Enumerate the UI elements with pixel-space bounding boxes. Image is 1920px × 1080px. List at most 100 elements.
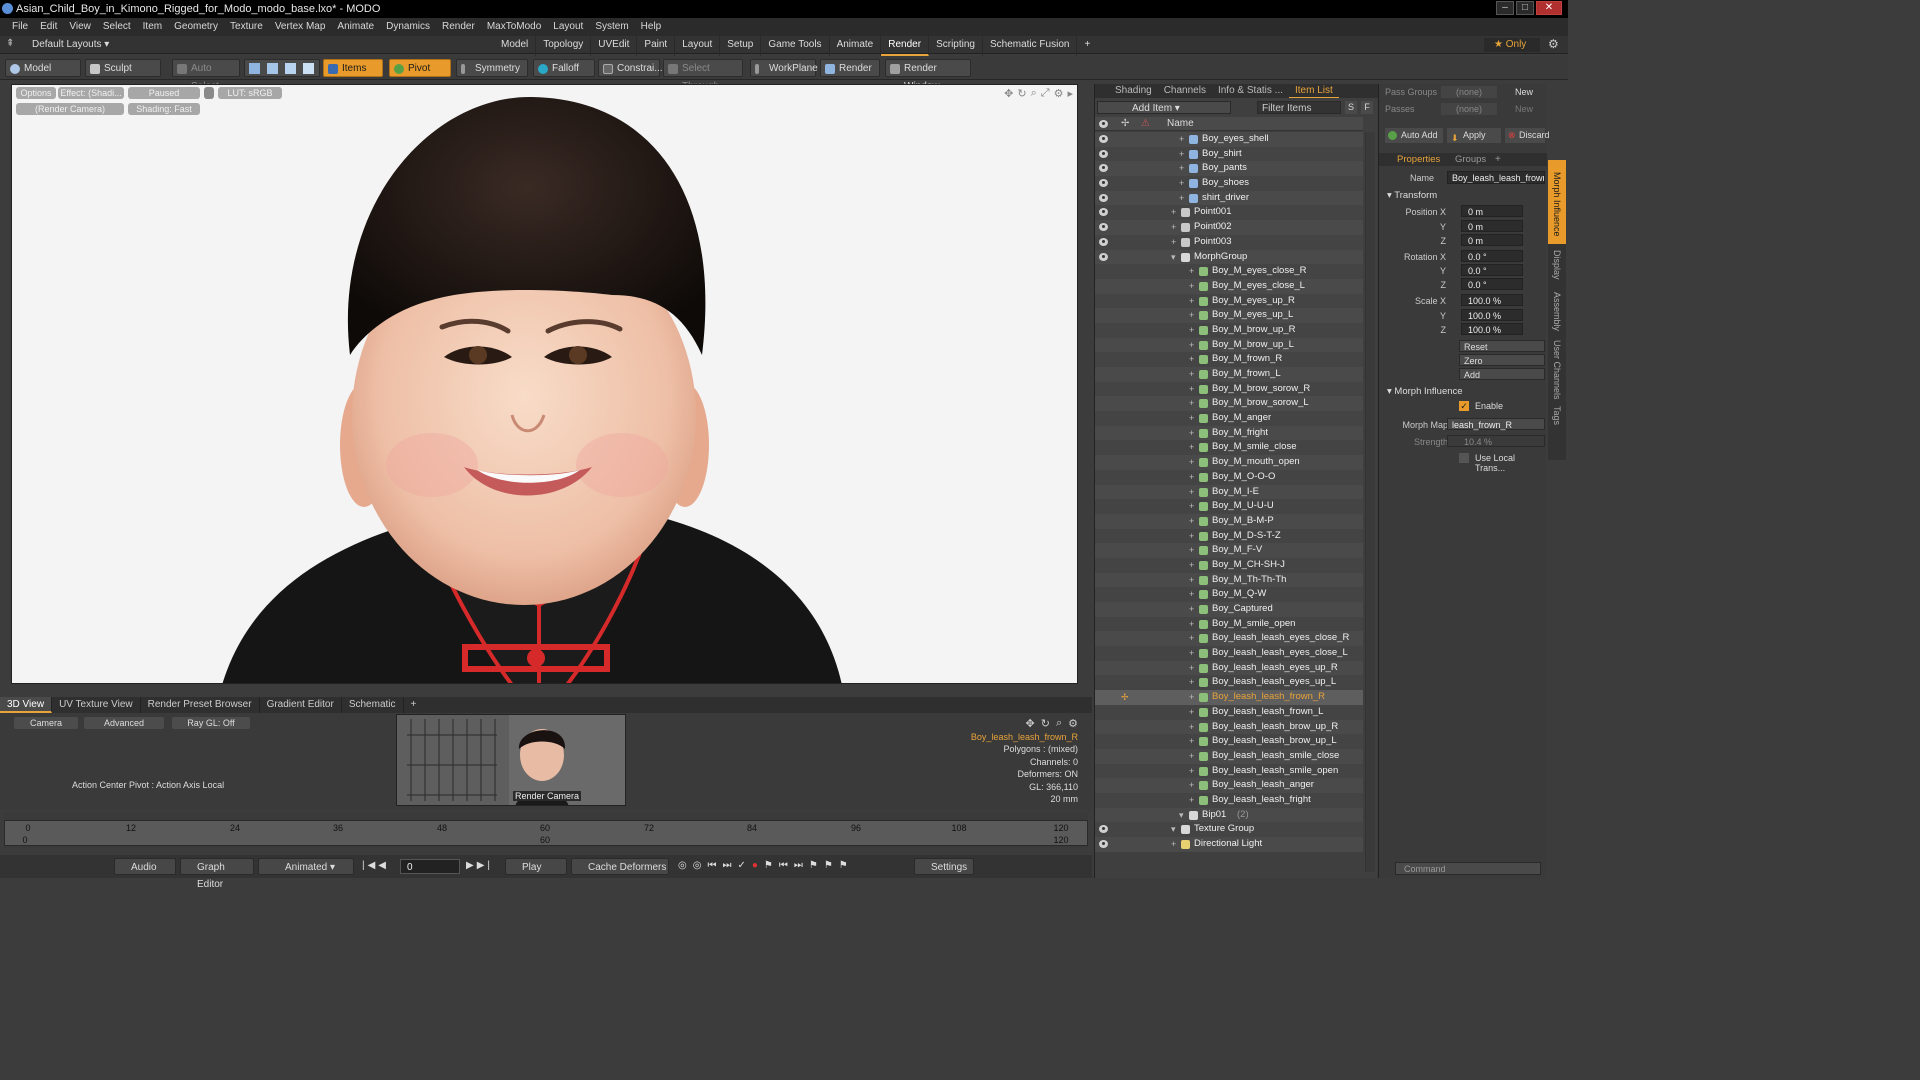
3d-viewport[interactable]: Options Effect: (Shadi... Paused LUT: sR… bbox=[11, 84, 1078, 684]
expand-plus-icon[interactable]: + bbox=[1189, 646, 1194, 661]
expand-plus-icon[interactable]: + bbox=[1189, 778, 1194, 793]
tab-item-list[interactable]: Item List bbox=[1289, 84, 1339, 98]
viewport-lut-icon[interactable] bbox=[204, 87, 214, 99]
command-input[interactable]: Command bbox=[1395, 862, 1541, 875]
move-view-icon[interactable]: ✥ bbox=[1004, 87, 1013, 100]
tab-channels[interactable]: Channels bbox=[1158, 84, 1212, 98]
item-list-row[interactable]: + Boy_M_U-U-U bbox=[1095, 499, 1363, 514]
expand-plus-icon[interactable]: + bbox=[1189, 793, 1194, 808]
tab-setup[interactable]: Setup bbox=[720, 36, 762, 56]
item-list-row[interactable]: + Boy_M_Th-Th-Th bbox=[1095, 572, 1363, 588]
menu-geometry[interactable]: Geometry bbox=[168, 18, 224, 36]
item-list-row[interactable]: + Boy_M_eyes_close_L bbox=[1095, 278, 1363, 294]
menu-layout[interactable]: Layout bbox=[547, 18, 589, 36]
ray-gl-toggle[interactable]: Ray GL: Off bbox=[172, 717, 250, 729]
viewport-camera-dropdown[interactable]: (Render Camera) bbox=[16, 103, 124, 115]
symmetry-button[interactable]: Symmetry bbox=[456, 59, 528, 77]
skip-forward-controls[interactable]: ▶▶| bbox=[466, 860, 493, 871]
item-list-row[interactable]: + Boy_M_anger bbox=[1095, 411, 1363, 426]
new-pass-group-button[interactable]: New bbox=[1503, 86, 1545, 98]
add-tab-button[interactable]: + bbox=[404, 697, 424, 713]
expand-plus-icon[interactable]: + bbox=[1171, 205, 1176, 220]
tab-3d-view[interactable]: 3D View bbox=[0, 697, 53, 713]
item-list-row[interactable]: + Boy_leash_leash_eyes_close_R bbox=[1095, 631, 1363, 647]
item-list-row[interactable]: + Boy_leash_leash_frown_L bbox=[1095, 704, 1363, 720]
minimize-button[interactable]: – bbox=[1496, 1, 1514, 15]
viewport-lut-dropdown[interactable]: LUT: sRGB bbox=[218, 87, 282, 99]
expand-plus-icon[interactable]: + bbox=[1171, 220, 1176, 235]
add-dropdown[interactable]: Add bbox=[1459, 368, 1545, 380]
item-list-row[interactable]: + Boy_M_frown_R bbox=[1095, 352, 1363, 367]
polygons-mode-icon[interactable] bbox=[285, 63, 296, 74]
expand-plus-icon[interactable]: + bbox=[1189, 690, 1194, 705]
item-list-row[interactable]: + Boy_M_brow_sorow_L bbox=[1095, 396, 1363, 412]
item-list-row[interactable]: + Boy_M_D-S-T-Z bbox=[1095, 528, 1363, 544]
tab-game-tools[interactable]: Game Tools bbox=[761, 36, 830, 56]
expand-plus-icon[interactable]: + bbox=[1189, 529, 1194, 544]
graph-editor-button[interactable]: Graph Editor bbox=[180, 858, 254, 890]
expand-plus-icon[interactable]: + bbox=[1189, 675, 1194, 690]
item-list-row[interactable]: + Boy_M_B-M-P bbox=[1095, 513, 1363, 529]
render-button[interactable]: Render bbox=[820, 59, 880, 77]
item-list-row[interactable]: + Directional Light bbox=[1095, 837, 1363, 852]
item-list-scrollbar[interactable] bbox=[1365, 132, 1375, 872]
menu-animate[interactable]: Animate bbox=[331, 18, 380, 36]
timeline-ruler[interactable]: 0 12 24 36 48 60 72 84 96 108 120 0 60 1… bbox=[4, 820, 1088, 846]
current-frame-field[interactable]: 0 bbox=[400, 859, 460, 874]
scale-x-field[interactable]: 100.0 % bbox=[1461, 294, 1523, 306]
item-list-row[interactable]: + Boy_M_mouth_open bbox=[1095, 455, 1363, 470]
item-list-row[interactable]: + shirt_driver bbox=[1095, 190, 1363, 206]
menu-dynamics[interactable]: Dynamics bbox=[380, 18, 436, 36]
cache-deformers-button[interactable]: Cache Deformers bbox=[571, 858, 669, 875]
expand-plus-icon[interactable]: + bbox=[1179, 132, 1184, 147]
viewport-paused-button[interactable]: Paused bbox=[128, 87, 200, 99]
menu-select[interactable]: Select bbox=[97, 18, 137, 36]
expand-plus-icon[interactable]: + bbox=[1189, 617, 1194, 632]
item-list-row[interactable]: + Boy_leash_leash_brow_up_L bbox=[1095, 734, 1363, 749]
item-list-row[interactable]: + Boy_M_eyes_up_R bbox=[1095, 293, 1363, 309]
visibility-eye-icon[interactable] bbox=[1099, 135, 1108, 143]
expand-plus-icon[interactable]: + bbox=[1189, 294, 1194, 309]
expand-plus-icon[interactable]: + bbox=[1189, 411, 1194, 426]
pass-groups-dropdown[interactable]: (none) bbox=[1441, 86, 1497, 98]
skip-back-controls[interactable]: |◀◀ bbox=[362, 860, 389, 871]
item-list-row[interactable]: + Boy_M_O-O-O bbox=[1095, 469, 1363, 485]
visibility-eye-icon[interactable] bbox=[1099, 252, 1108, 261]
move-icon[interactable]: ✥ bbox=[1026, 717, 1035, 730]
tab-uv-texture-view[interactable]: UV Texture View bbox=[52, 697, 141, 713]
timeline[interactable]: 0 12 24 36 48 60 72 84 96 108 120 0 60 1… bbox=[4, 812, 1088, 848]
expand-plus-icon[interactable]: + bbox=[1189, 308, 1194, 323]
model-mode-button[interactable]: Model bbox=[5, 59, 81, 77]
tab-tags[interactable]: Tags bbox=[1552, 406, 1562, 425]
add-layout-tab-button[interactable]: + bbox=[1077, 36, 1097, 56]
filter-f-toggle[interactable]: F bbox=[1361, 101, 1373, 114]
expand-plus-icon[interactable]: + bbox=[1189, 279, 1194, 294]
item-list-row[interactable]: + Boy_M_F-V bbox=[1095, 543, 1363, 558]
menu-maxtomodo[interactable]: MaxToModo bbox=[481, 18, 547, 36]
expand-plus-icon[interactable]: + bbox=[1189, 338, 1194, 353]
item-list-row[interactable]: + Boy_leash_leash_smile_close bbox=[1095, 748, 1363, 764]
advanced-button[interactable]: Advanced bbox=[84, 717, 164, 729]
expand-arrow-icon[interactable]: ▾ bbox=[1171, 250, 1176, 265]
reset-dropdown[interactable]: Reset bbox=[1459, 340, 1545, 352]
tab-topology[interactable]: Topology bbox=[536, 36, 592, 56]
tab-info-statistics[interactable]: Info & Statis ... bbox=[1212, 84, 1289, 98]
item-name-field[interactable]: Boy_leash_leash_frown bbox=[1447, 171, 1545, 184]
viewport-options-button[interactable]: Options bbox=[16, 87, 56, 99]
materials-mode-icon[interactable] bbox=[303, 63, 314, 74]
expand-plus-icon[interactable]: + bbox=[1171, 235, 1176, 250]
visibility-eye-icon[interactable] bbox=[1099, 193, 1108, 202]
falloff-button[interactable]: Falloff bbox=[533, 59, 595, 77]
zero-dropdown[interactable]: Zero bbox=[1459, 354, 1545, 366]
expand-plus-icon[interactable]: + bbox=[1179, 147, 1184, 162]
animated-dropdown[interactable]: Animated ▾ bbox=[258, 858, 354, 875]
discard-button[interactable]: ⊗ Discard bbox=[1505, 128, 1550, 143]
item-list-row[interactable]: + Boy_M_Q-W bbox=[1095, 587, 1363, 602]
new-pass-button[interactable]: New bbox=[1503, 103, 1545, 115]
tab-uvedit[interactable]: UVEdit bbox=[591, 36, 638, 56]
morph-influence-section-header[interactable]: ▾ Morph Influence bbox=[1387, 386, 1463, 397]
layout-preset-dropdown[interactable]: Default Layouts ▾ bbox=[32, 36, 109, 54]
transform-section-header[interactable]: ▾ Transform bbox=[1387, 190, 1437, 201]
camera-button[interactable]: Camera bbox=[14, 717, 78, 729]
tab-user-channels[interactable]: User Channels bbox=[1552, 340, 1562, 400]
